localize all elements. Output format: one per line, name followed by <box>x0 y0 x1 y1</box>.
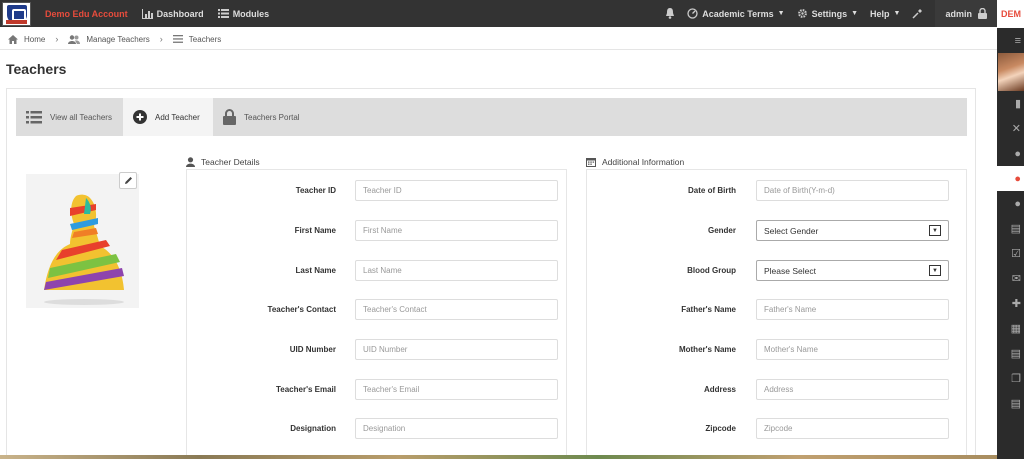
sidebar-menu-icon[interactable]: ≡ <box>997 28 1024 53</box>
form-row-dob: Date of Birth <box>587 180 966 202</box>
teacher-details-heading: Teacher Details <box>186 157 260 167</box>
form-row-first-name: First Name <box>187 220 566 242</box>
teacher-details-form: Teacher ID First Name Last Name Teacher'… <box>186 169 567 459</box>
tab-view-all-teachers[interactable]: View all Teachers <box>16 98 123 136</box>
last-name-input[interactable] <box>355 260 558 281</box>
plus-circle-icon <box>133 110 147 124</box>
sidebar-check-icon[interactable]: ☑ <box>997 241 1024 266</box>
edit-photo-button[interactable] <box>119 172 137 189</box>
tools-link[interactable] <box>912 8 923 19</box>
bar-chart-icon <box>141 8 153 19</box>
sidebar-tools-icon[interactable]: ✕ <box>997 116 1024 141</box>
form-row-father-name: Father's Name <box>587 299 966 321</box>
form-row-teacher-email: Teacher's Email <box>187 379 566 401</box>
lock-icon <box>223 109 236 125</box>
gender-select[interactable]: Select Gender ▼ <box>756 220 949 241</box>
taskbar-edge <box>0 455 997 459</box>
home-icon <box>8 34 18 44</box>
sidebar-list-icon[interactable]: ▤ <box>997 216 1024 241</box>
top-navbar: Demo Edu Account Dashboard Modules Acade… <box>0 0 997 27</box>
form-row-last-name: Last Name <box>187 260 566 282</box>
zipcode-input[interactable] <box>756 418 949 439</box>
user-menu[interactable]: admin <box>935 0 997 27</box>
user-name: admin <box>945 8 972 19</box>
gear-icon <box>797 9 807 18</box>
blood-group-select[interactable]: Please Select ▼ <box>756 260 949 281</box>
tab-teachers-portal[interactable]: Teachers Portal <box>213 98 313 136</box>
sidebar-document-icon[interactable]: ▤ <box>997 341 1024 366</box>
form-row-mother-name: Mother's Name <box>587 339 966 361</box>
breadcrumb-manage-teachers[interactable]: Manage Teachers <box>86 35 149 44</box>
chevron-right-icon: › <box>55 34 59 44</box>
sidebar-copy-icon[interactable]: ❐ <box>997 366 1024 391</box>
tab-add-teacher[interactable]: Add Teacher <box>123 98 213 136</box>
form-row-address: Address <box>587 379 966 401</box>
calendar-icon <box>586 158 596 167</box>
sidebar-calendar-icon[interactable]: ▦ <box>997 316 1024 341</box>
list-icon <box>172 35 183 43</box>
teacher-panel: View all Teachers Add Teacher Teachers P… <box>6 88 976 459</box>
list-icon <box>26 110 42 123</box>
chevron-down-icon: ▼ <box>929 225 941 236</box>
teacher-contact-input[interactable] <box>355 299 558 320</box>
gauge-icon <box>687 8 698 19</box>
user-icon <box>186 157 195 167</box>
lock-icon <box>978 8 987 19</box>
dob-input[interactable] <box>756 180 949 201</box>
sidebar-chart-icon[interactable]: ▮ <box>997 91 1024 116</box>
sidebar-plus-icon[interactable]: ✚ <box>997 291 1024 316</box>
chevron-right-icon: › <box>159 34 163 44</box>
sidebar-mail-icon[interactable]: ✉ <box>997 266 1024 291</box>
additional-info-form: Date of Birth Gender Select Gender ▼ Blo… <box>586 169 967 459</box>
sidebar-file-icon[interactable]: ▤ <box>997 391 1024 416</box>
nav-settings[interactable]: Settings ▼ <box>797 8 858 19</box>
form-row-uid-number: UID Number <box>187 339 566 361</box>
form-row-blood-group: Blood Group Please Select ▼ <box>587 260 966 282</box>
mother-name-input[interactable] <box>756 339 949 360</box>
teacher-id-input[interactable] <box>355 180 558 201</box>
page-title: Teachers <box>6 61 67 77</box>
users-icon <box>68 34 81 44</box>
pencil-icon <box>124 177 132 184</box>
caret-down-icon: ▼ <box>893 10 901 17</box>
breadcrumb: Home › Manage Teachers › Teachers <box>8 34 221 44</box>
bell-icon <box>666 8 675 19</box>
nav-help[interactable]: Help ▼ <box>870 9 900 19</box>
form-row-zipcode: Zipcode <box>587 418 966 440</box>
nav-academic-terms[interactable]: Academic Terms ▼ <box>687 8 785 19</box>
sidebar-brand[interactable]: DEM <box>997 0 1024 28</box>
form-row-gender: Gender Select Gender ▼ <box>587 220 966 242</box>
breadcrumb-teachers: Teachers <box>188 34 222 44</box>
caret-down-icon: ▼ <box>851 10 859 17</box>
notifications-bell[interactable] <box>665 8 675 19</box>
address-input[interactable] <box>756 379 949 400</box>
form-row-teacher-id: Teacher ID <box>187 180 566 202</box>
chevron-down-icon: ▼ <box>929 265 941 276</box>
form-row-designation: Designation <box>187 418 566 440</box>
profile-photo <box>26 174 139 308</box>
sidebar-user-icon[interactable]: ● <box>997 191 1024 216</box>
right-sidebar: DEM ≡ ▮ ✕ ● ● ● ▤ ☑ ✉ ✚ ▦ ▤ ❐ ▤ <box>997 0 1024 459</box>
nav-modules[interactable]: Modules <box>217 9 269 19</box>
sidebar-users-icon[interactable]: ● <box>997 141 1024 166</box>
list-icon <box>217 9 229 18</box>
breadcrumb-home[interactable]: Home <box>24 35 45 44</box>
caret-down-icon: ▼ <box>777 10 785 17</box>
brand-link[interactable]: Demo Edu Account <box>45 9 128 19</box>
tab-bar: View all Teachers Add Teacher Teachers P… <box>16 98 967 136</box>
school-logo[interactable] <box>2 1 31 26</box>
nav-dashboard[interactable]: Dashboard <box>141 8 204 19</box>
teacher-email-input[interactable] <box>355 379 558 400</box>
form-row-teacher-contact: Teacher's Contact <box>187 299 566 321</box>
uid-number-input[interactable] <box>355 339 558 360</box>
profile-illustration <box>44 194 124 305</box>
additional-info-heading: Additional Information <box>586 157 684 167</box>
user-avatar[interactable] <box>998 53 1024 91</box>
designation-input[interactable] <box>355 418 558 439</box>
eyedropper-icon <box>912 9 923 19</box>
father-name-input[interactable] <box>756 299 949 320</box>
sidebar-teachers-icon[interactable]: ● <box>997 166 1024 191</box>
first-name-input[interactable] <box>355 220 558 241</box>
